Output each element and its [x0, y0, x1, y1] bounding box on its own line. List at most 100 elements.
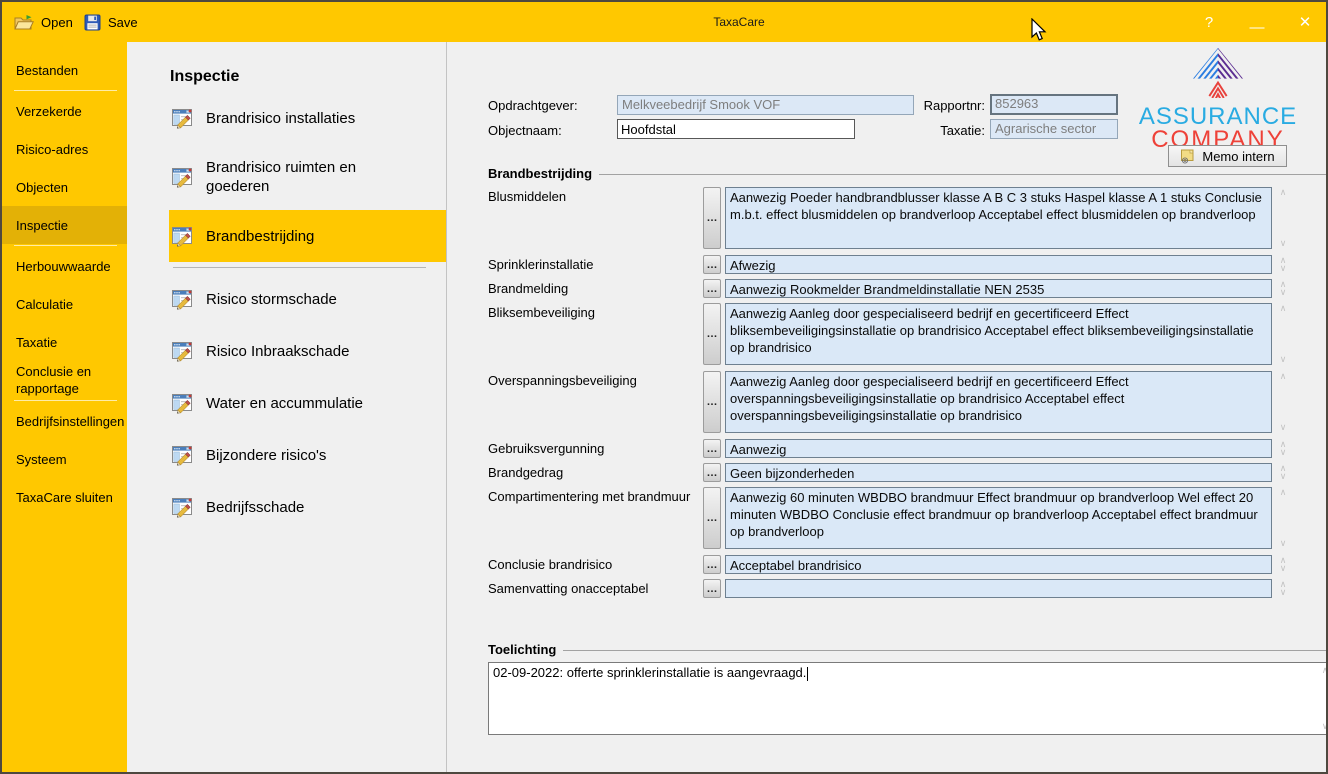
ellipsis-button-conclusie-brandrisico[interactable]: …: [703, 555, 721, 574]
form-edit-icon: [171, 106, 195, 130]
open-button[interactable]: Open: [14, 2, 73, 42]
minimize-button[interactable]: —: [1248, 14, 1266, 31]
sidebar-divider: [14, 400, 117, 401]
field-scroll-arrows[interactable]: ∧∨: [1276, 187, 1290, 249]
taxatie-field[interactable]: Agrarische sector: [990, 119, 1118, 139]
nav-item-risico-inbraakschade[interactable]: Risico Inbraakschade: [169, 325, 446, 377]
scroll-down-icon[interactable]: ∨: [1280, 565, 1287, 572]
field-scroll-arrows[interactable]: ∧∨: [1276, 371, 1290, 433]
field-label: Conclusie brandrisico: [488, 555, 703, 574]
sidebar-item-taxacare-sluiten[interactable]: TaxaCare sluiten: [2, 478, 127, 516]
sidebar-item-systeem[interactable]: Systeem: [2, 440, 127, 478]
ellipsis-button-blusmiddelen[interactable]: …: [703, 187, 721, 249]
scroll-down-icon[interactable]: ∨: [1280, 540, 1287, 547]
field-value-brandmelding[interactable]: Aanwezig Rookmelder Brandmeldinstallatie…: [725, 279, 1272, 298]
field-value-samenvatting-onacceptabel[interactable]: [725, 579, 1272, 598]
brandbestrijding-title: Brandbestrijding: [488, 166, 592, 181]
ellipsis-button-brandmelding[interactable]: …: [703, 279, 721, 298]
sidebar-item-herbouwwaarde[interactable]: Herbouwwaarde: [2, 247, 127, 285]
objectnaam-input[interactable]: [617, 119, 855, 139]
sidebar-item-inspectie[interactable]: Inspectie: [2, 206, 127, 244]
scroll-down-icon[interactable]: ∨: [1322, 721, 1328, 732]
field-scroll-arrows[interactable]: ∧∨: [1276, 463, 1290, 482]
memo-intern-button[interactable]: Memo intern: [1168, 145, 1287, 167]
field-value-gebruiksvergunning[interactable]: Aanwezig: [725, 439, 1272, 458]
field-scroll-arrows[interactable]: ∧∨: [1276, 279, 1290, 298]
inspection-panel: Inspectie Brandrisico installaties: [127, 42, 447, 772]
field-value-blusmiddelen[interactable]: Aanwezig Poeder handbrandblusser klasse …: [725, 187, 1272, 249]
scroll-up-icon[interactable]: ∧: [1280, 373, 1287, 380]
ellipsis-button-samenvatting-onacceptabel[interactable]: …: [703, 579, 721, 598]
form-edit-icon: [171, 224, 195, 248]
field-label: Brandmelding: [488, 279, 703, 298]
sidebar-item-verzekerde[interactable]: Verzekerde: [2, 92, 127, 130]
toelichting-textarea[interactable]: 02-09-2022: offerte sprinklerinstallatie…: [488, 662, 1328, 735]
field-row-samenvatting-onacceptabel: Samenvatting onacceptabel…∧∨: [488, 579, 1328, 598]
field-value-conclusie-brandrisico[interactable]: Acceptabel brandrisico: [725, 555, 1272, 574]
toelichting-section: Toelichting 02-09-2022: offerte sprinkle…: [488, 642, 1328, 735]
save-button-label: Save: [108, 15, 138, 30]
close-button[interactable]: ✕: [1296, 13, 1314, 31]
field-value-bliksembeveiliging[interactable]: Aanwezig Aanleg door gespecialiseerd bed…: [725, 303, 1272, 365]
scroll-up-icon[interactable]: ∧: [1322, 665, 1328, 676]
save-floppy-icon: [84, 14, 101, 31]
sidebar-item-conclusie-en-rapportage[interactable]: Conclusie en rapportage: [2, 361, 127, 399]
sidebar-divider: [14, 245, 117, 246]
sidebar-item-objecten[interactable]: Objecten: [2, 168, 127, 206]
inspection-nav-list: Brandrisico installaties Brandrisico rui…: [127, 92, 446, 533]
ellipsis-button-compartimentering-met-brandmuur[interactable]: …: [703, 487, 721, 549]
memo-intern-label: Memo intern: [1202, 149, 1274, 164]
toelichting-scroll-arrows[interactable]: ∧ ∨: [1319, 665, 1328, 732]
toelichting-header-rule: [563, 650, 1328, 651]
field-scroll-arrows[interactable]: ∧∨: [1276, 579, 1290, 598]
scroll-up-icon[interactable]: ∧: [1280, 489, 1287, 496]
ellipsis-button-overspanningsbeveiliging[interactable]: …: [703, 371, 721, 433]
ellipsis-button-gebruiksvergunning[interactable]: …: [703, 439, 721, 458]
sidebar-item-risico-adres[interactable]: Risico-adres: [2, 130, 127, 168]
field-value-overspanningsbeveiliging[interactable]: Aanwezig Aanleg door gespecialiseerd bed…: [725, 371, 1272, 433]
field-scroll-arrows[interactable]: ∧∨: [1276, 303, 1290, 365]
scroll-down-icon[interactable]: ∨: [1280, 449, 1287, 456]
nav-item-brandrisico-ruimten-en-goederen[interactable]: Brandrisico ruimten en goederen: [169, 144, 446, 210]
sidebar-item-calculatie[interactable]: Calculatie: [2, 285, 127, 323]
nav-item-brandrisico-installaties[interactable]: Brandrisico installaties: [169, 92, 446, 144]
scroll-up-icon[interactable]: ∧: [1280, 305, 1287, 312]
scroll-down-icon[interactable]: ∨: [1280, 289, 1287, 296]
company-logo: ASSURANCE COMPANY: [1130, 44, 1306, 151]
sidebar-item-taxatie[interactable]: Taxatie: [2, 323, 127, 361]
inspection-panel-title: Inspectie: [170, 68, 446, 86]
nav-item-risico-stormschade[interactable]: Risico stormschade: [169, 273, 446, 325]
scroll-down-icon[interactable]: ∨: [1280, 356, 1287, 363]
sidebar-item-bestanden[interactable]: Bestanden: [2, 51, 127, 89]
toelichting-header: Toelichting: [488, 642, 1328, 657]
ellipsis-button-sprinklerinstallatie[interactable]: …: [703, 255, 721, 274]
toelichting-title: Toelichting: [488, 642, 556, 657]
scroll-up-icon[interactable]: ∧: [1280, 189, 1287, 196]
save-button[interactable]: Save: [84, 2, 138, 42]
scroll-down-icon[interactable]: ∨: [1280, 589, 1287, 596]
form-edit-icon: [171, 339, 195, 363]
scroll-down-icon[interactable]: ∨: [1280, 424, 1287, 431]
scroll-down-icon[interactable]: ∨: [1280, 473, 1287, 480]
field-value-compartimentering-met-brandmuur[interactable]: Aanwezig 60 minuten WBDBO brandmuur Effe…: [725, 487, 1272, 549]
rapportnr-field[interactable]: 852963: [990, 94, 1118, 115]
ellipsis-button-bliksembeveiliging[interactable]: …: [703, 303, 721, 365]
opdrachtgever-field[interactable]: Melkveebedrijf Smook VOF: [617, 95, 914, 115]
sidebar-item-bedrijfsinstellingen[interactable]: Bedrijfsinstellingen: [2, 402, 127, 440]
field-value-brandgedrag[interactable]: Geen bijzonderheden: [725, 463, 1272, 482]
field-scroll-arrows[interactable]: ∧∨: [1276, 487, 1290, 549]
scroll-down-icon[interactable]: ∨: [1280, 240, 1287, 247]
form-edit-icon: [171, 391, 195, 415]
scroll-down-icon[interactable]: ∨: [1280, 265, 1287, 272]
field-value-sprinklerinstallatie[interactable]: Afwezig: [725, 255, 1272, 274]
help-button[interactable]: ?: [1200, 14, 1218, 31]
nav-item-brandbestrijding[interactable]: Brandbestrijding: [169, 210, 446, 262]
nav-item-bijzondere-risico-s[interactable]: Bijzondere risico's: [169, 429, 446, 481]
field-scroll-arrows[interactable]: ∧∨: [1276, 555, 1290, 574]
nav-item-label: Brandrisico installaties: [206, 109, 355, 128]
ellipsis-button-brandgedrag[interactable]: …: [703, 463, 721, 482]
nav-item-bedrijfsschade[interactable]: Bedrijfsschade: [169, 481, 446, 533]
nav-item-water-en-accummulatie[interactable]: Water en accummulatie: [169, 377, 446, 429]
field-scroll-arrows[interactable]: ∧∨: [1276, 255, 1290, 274]
field-scroll-arrows[interactable]: ∧∨: [1276, 439, 1290, 458]
